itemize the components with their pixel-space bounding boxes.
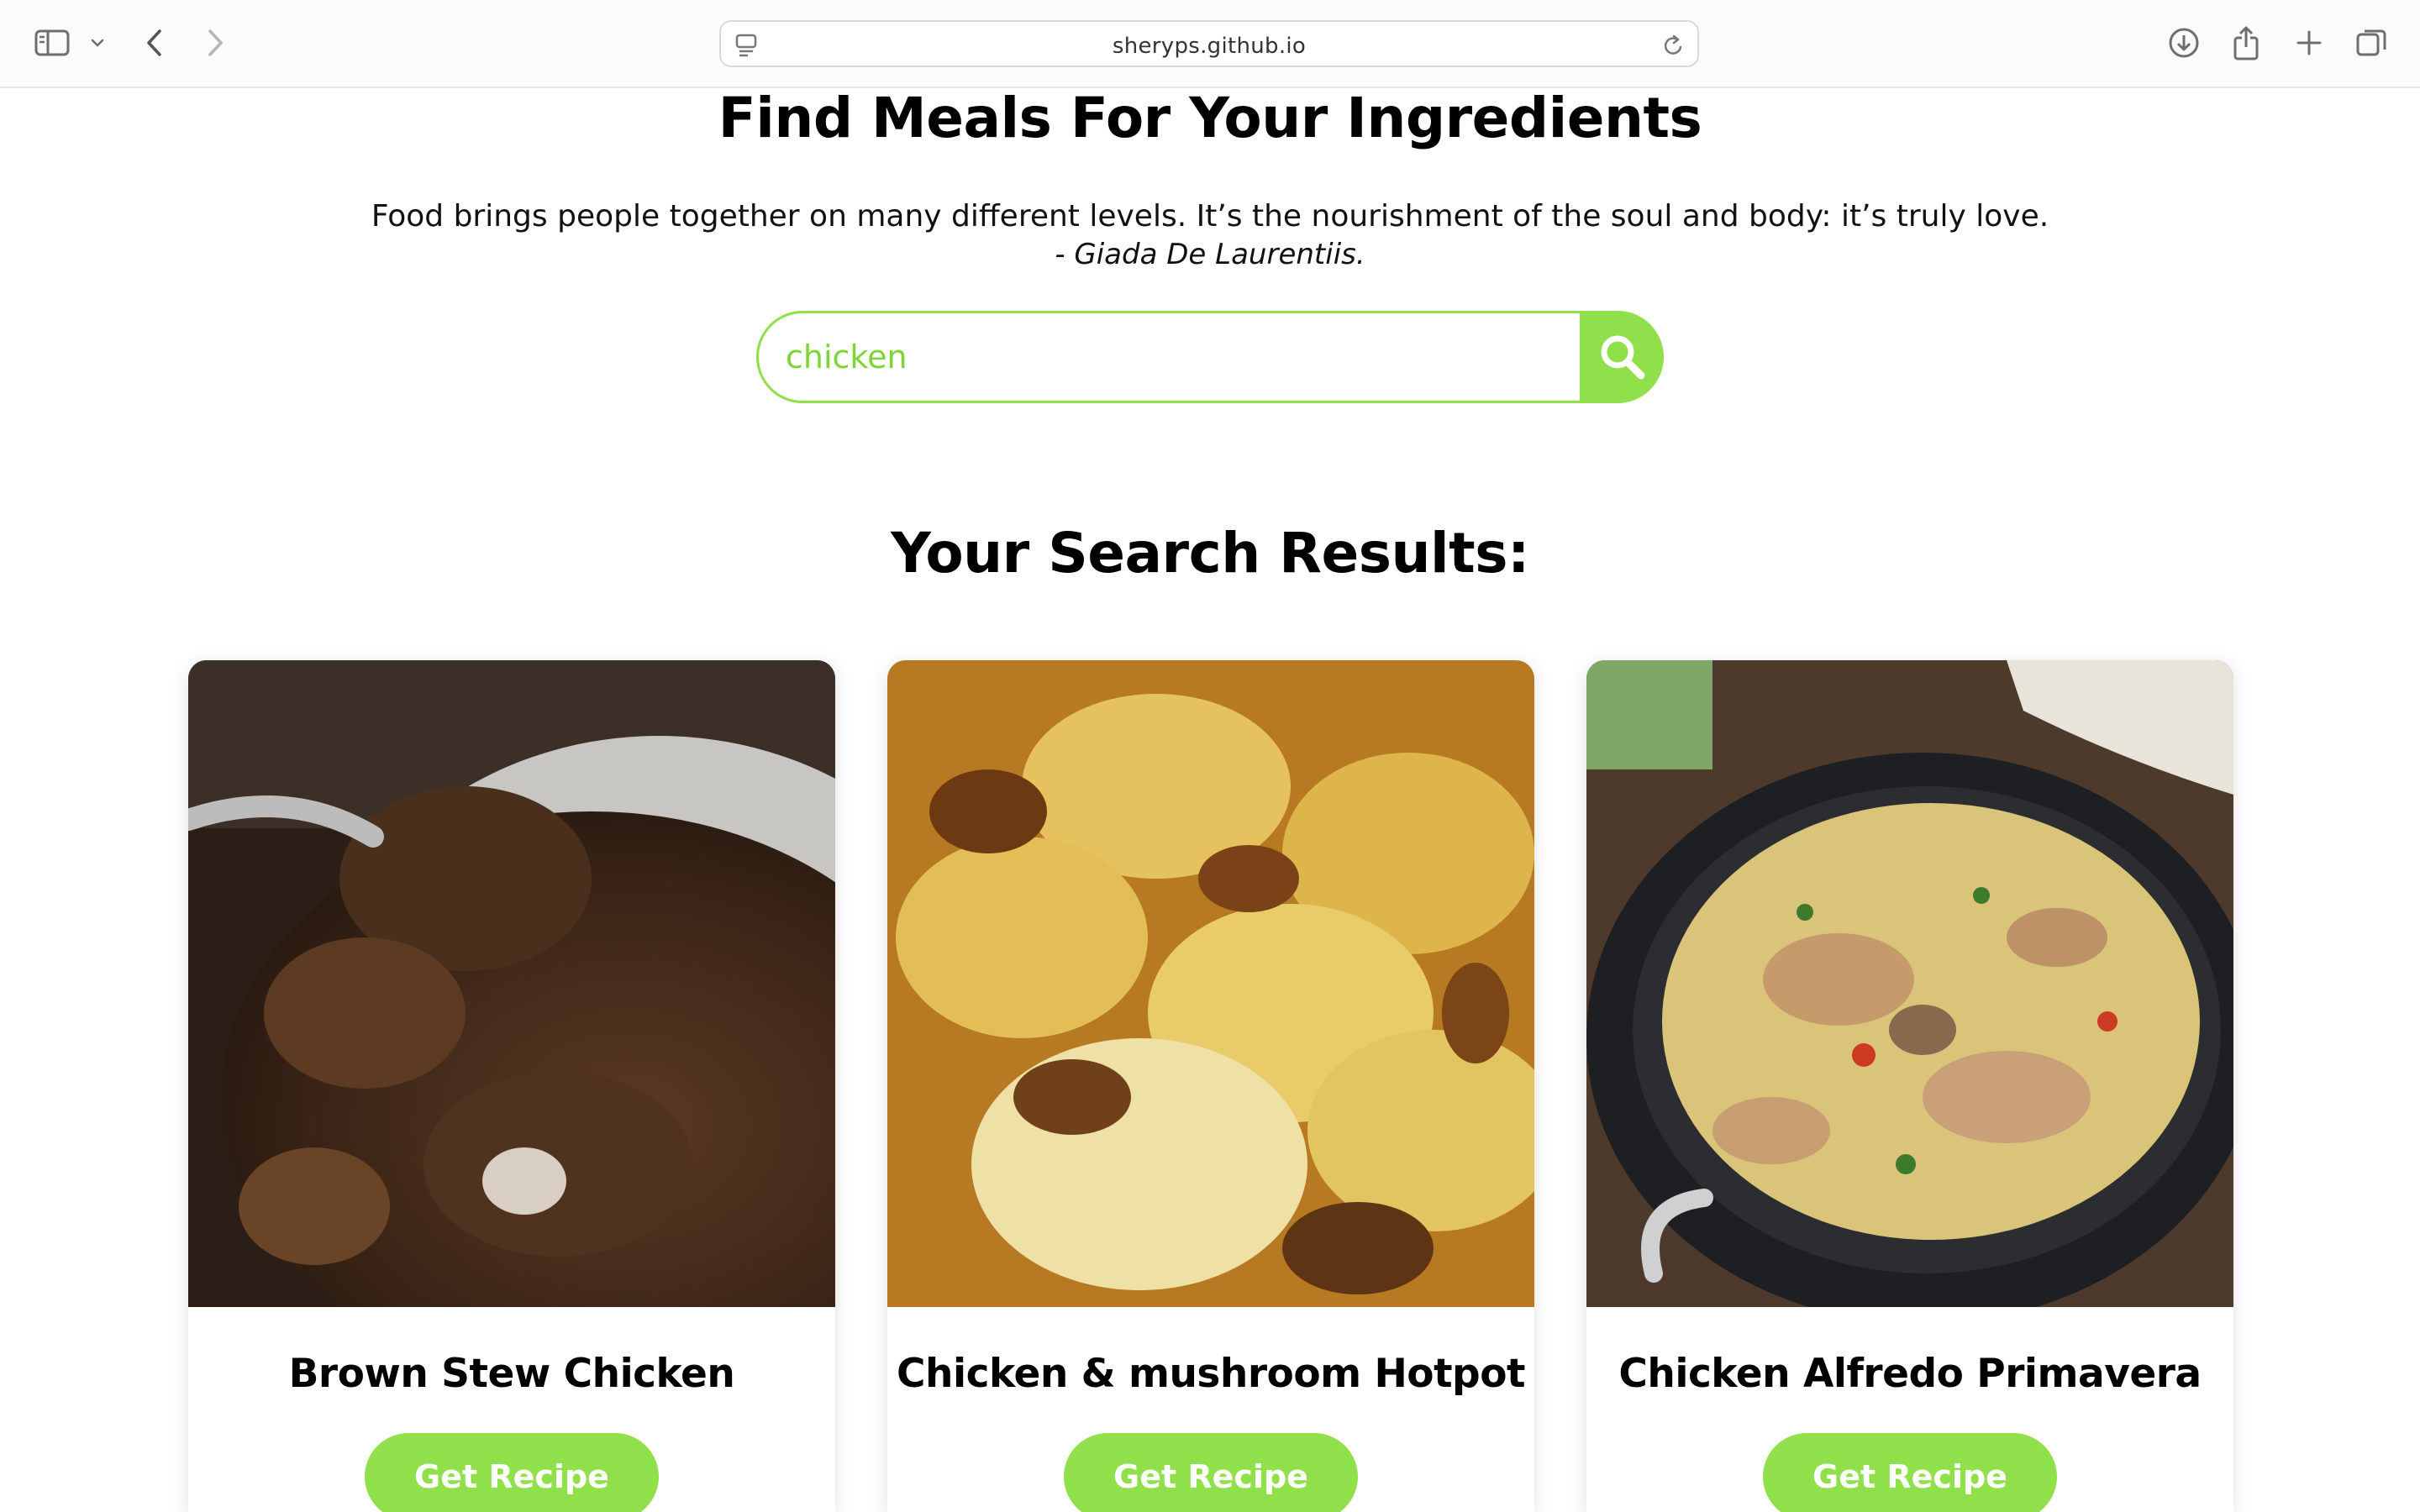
meal-image[interactable] — [188, 660, 835, 1307]
address-bar[interactable]: sheryps.github.io — [719, 20, 1699, 67]
meal-title: Chicken & mushroom Hotpot — [897, 1351, 1525, 1397]
chevron-down-icon[interactable] — [87, 22, 108, 64]
new-tab-icon[interactable] — [2292, 22, 2326, 64]
magnifier-icon — [1597, 331, 1647, 384]
get-recipe-button[interactable]: Get Recipe — [1763, 1433, 2057, 1512]
meal-card: Brown Stew Chicken Get Recipe — [188, 660, 835, 1512]
search-input[interactable] — [756, 311, 1581, 403]
back-icon[interactable] — [139, 22, 170, 64]
quote-author: - Giada De Laurentiis. — [1055, 238, 1365, 271]
page-title: Find Meals For Your Ingredients — [718, 86, 1702, 150]
url-text: sheryps.github.io — [1112, 34, 1307, 59]
get-recipe-button[interactable]: Get Recipe — [365, 1433, 659, 1512]
meal-title: Brown Stew Chicken — [288, 1351, 735, 1397]
meal-image[interactable] — [887, 660, 1534, 1307]
quote-text: Food brings people together on many diff… — [371, 199, 2049, 234]
search-button[interactable] — [1580, 311, 1664, 403]
forward-icon[interactable] — [200, 22, 230, 64]
tabs-overview-icon[interactable] — [2353, 22, 2390, 64]
download-icon[interactable] — [2165, 22, 2203, 64]
browser-toolbar: sheryps.github.io — [0, 0, 2420, 88]
sidebar-icon[interactable] — [32, 22, 72, 64]
meal-card: Chicken Alfredo Primavera Get Recipe — [1586, 660, 2233, 1512]
get-recipe-button[interactable]: Get Recipe — [1064, 1433, 1358, 1512]
meal-image[interactable] — [1586, 660, 2233, 1307]
share-icon[interactable] — [2228, 22, 2264, 64]
search-bar — [756, 311, 1664, 403]
results-title: Your Search Results: — [891, 521, 1529, 585]
reload-icon[interactable] — [1662, 33, 1686, 61]
meal-card: Chicken & mushroom Hotpot Get Recipe — [887, 660, 1534, 1512]
meal-title: Chicken Alfredo Primavera — [1618, 1351, 2202, 1397]
